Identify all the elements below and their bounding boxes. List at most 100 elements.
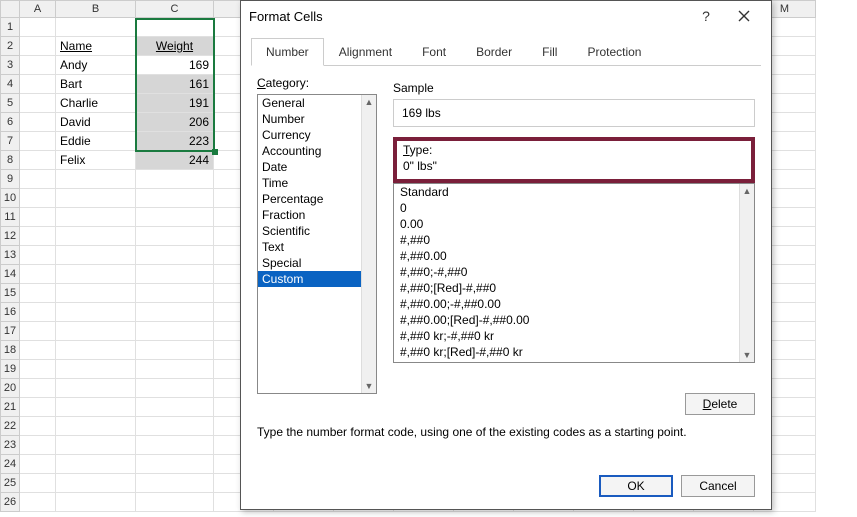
cancel-button[interactable]: Cancel: [681, 475, 755, 497]
tab-number[interactable]: Number: [251, 38, 324, 66]
format-item[interactable]: #,##0;-#,##0: [394, 264, 754, 280]
cell-A22[interactable]: [20, 417, 56, 436]
row-header-26[interactable]: 26: [0, 493, 20, 512]
cell-A15[interactable]: [20, 284, 56, 303]
format-list[interactable]: Standard00.00#,##0#,##0.00#,##0;-#,##0#,…: [393, 183, 755, 363]
cell-C11[interactable]: [136, 208, 214, 227]
format-item[interactable]: #,##0 kr;[Red]-#,##0 kr: [394, 344, 754, 360]
row-header-19[interactable]: 19: [0, 360, 20, 379]
category-item-fraction[interactable]: Fraction: [258, 207, 376, 223]
cell-A26[interactable]: [20, 493, 56, 512]
cell-A5[interactable]: [20, 94, 56, 113]
cell-C3[interactable]: 169: [136, 56, 214, 75]
row-header-8[interactable]: 8: [0, 151, 20, 170]
category-item-text[interactable]: Text: [258, 239, 376, 255]
cell-A13[interactable]: [20, 246, 56, 265]
row-header-1[interactable]: 1: [0, 18, 20, 37]
row-header-24[interactable]: 24: [0, 455, 20, 474]
cell-A7[interactable]: [20, 132, 56, 151]
cell-B18[interactable]: [56, 341, 136, 360]
cell-B8[interactable]: Felix: [56, 151, 136, 170]
cell-B11[interactable]: [56, 208, 136, 227]
row-header-20[interactable]: 20: [0, 379, 20, 398]
cell-B21[interactable]: [56, 398, 136, 417]
format-item[interactable]: 0: [394, 200, 754, 216]
cell-B16[interactable]: [56, 303, 136, 322]
cell-C18[interactable]: [136, 341, 214, 360]
cell-C8[interactable]: 244: [136, 151, 214, 170]
cell-A4[interactable]: [20, 75, 56, 94]
category-item-time[interactable]: Time: [258, 175, 376, 191]
cell-C26[interactable]: [136, 493, 214, 512]
cell-A6[interactable]: [20, 113, 56, 132]
ok-button[interactable]: OK: [599, 475, 673, 497]
cell-C20[interactable]: [136, 379, 214, 398]
category-item-date[interactable]: Date: [258, 159, 376, 175]
format-item[interactable]: #,##0: [394, 232, 754, 248]
format-item[interactable]: #,##0;[Red]-#,##0: [394, 280, 754, 296]
cell-B12[interactable]: [56, 227, 136, 246]
cell-A19[interactable]: [20, 360, 56, 379]
cell-C24[interactable]: [136, 455, 214, 474]
row-header-5[interactable]: 5: [0, 94, 20, 113]
help-button[interactable]: ?: [687, 1, 725, 31]
type-input[interactable]: 0" lbs": [403, 157, 745, 175]
cell-B7[interactable]: Eddie: [56, 132, 136, 151]
cell-B22[interactable]: [56, 417, 136, 436]
cell-B13[interactable]: [56, 246, 136, 265]
cell-A17[interactable]: [20, 322, 56, 341]
row-header-25[interactable]: 25: [0, 474, 20, 493]
tab-alignment[interactable]: Alignment: [324, 38, 407, 66]
cell-B3[interactable]: Andy: [56, 56, 136, 75]
format-item[interactable]: Standard: [394, 184, 754, 200]
column-header-B[interactable]: B: [56, 0, 136, 18]
cell-A3[interactable]: [20, 56, 56, 75]
row-header-22[interactable]: 22: [0, 417, 20, 436]
cell-B20[interactable]: [56, 379, 136, 398]
cell-B17[interactable]: [56, 322, 136, 341]
row-header-11[interactable]: 11: [0, 208, 20, 227]
cell-A24[interactable]: [20, 455, 56, 474]
format-item[interactable]: #,##0.00 kr;-#,##0.00 kr: [394, 360, 754, 363]
row-header-23[interactable]: 23: [0, 436, 20, 455]
row-header-12[interactable]: 12: [0, 227, 20, 246]
tab-fill[interactable]: Fill: [527, 38, 572, 66]
category-item-number[interactable]: Number: [258, 111, 376, 127]
row-header-2[interactable]: 2: [0, 37, 20, 56]
category-item-special[interactable]: Special: [258, 255, 376, 271]
cell-C19[interactable]: [136, 360, 214, 379]
tab-border[interactable]: Border: [461, 38, 527, 66]
category-list[interactable]: GeneralNumberCurrencyAccountingDateTimeP…: [257, 94, 377, 394]
cell-B25[interactable]: [56, 474, 136, 493]
selection-fill-handle[interactable]: [212, 149, 218, 155]
cell-B10[interactable]: [56, 189, 136, 208]
cell-B14[interactable]: [56, 265, 136, 284]
category-item-general[interactable]: General: [258, 95, 376, 111]
row-header-6[interactable]: 6: [0, 113, 20, 132]
cell-B2[interactable]: Name: [56, 37, 136, 56]
cell-C7[interactable]: 223: [136, 132, 214, 151]
row-header-15[interactable]: 15: [0, 284, 20, 303]
cell-C1[interactable]: [136, 18, 214, 37]
category-item-percentage[interactable]: Percentage: [258, 191, 376, 207]
cell-B24[interactable]: [56, 455, 136, 474]
cell-B5[interactable]: Charlie: [56, 94, 136, 113]
cell-C9[interactable]: [136, 170, 214, 189]
cell-A14[interactable]: [20, 265, 56, 284]
row-header-18[interactable]: 18: [0, 341, 20, 360]
format-item[interactable]: #,##0 kr;-#,##0 kr: [394, 328, 754, 344]
cell-C25[interactable]: [136, 474, 214, 493]
cell-A16[interactable]: [20, 303, 56, 322]
row-header-7[interactable]: 7: [0, 132, 20, 151]
cell-C13[interactable]: [136, 246, 214, 265]
cell-A8[interactable]: [20, 151, 56, 170]
cell-C6[interactable]: 206: [136, 113, 214, 132]
row-header-21[interactable]: 21: [0, 398, 20, 417]
category-scrollbar[interactable]: ▲ ▼: [361, 95, 376, 393]
category-item-currency[interactable]: Currency: [258, 127, 376, 143]
cell-C14[interactable]: [136, 265, 214, 284]
row-header-16[interactable]: 16: [0, 303, 20, 322]
cell-A2[interactable]: [20, 37, 56, 56]
cell-C10[interactable]: [136, 189, 214, 208]
row-header-17[interactable]: 17: [0, 322, 20, 341]
